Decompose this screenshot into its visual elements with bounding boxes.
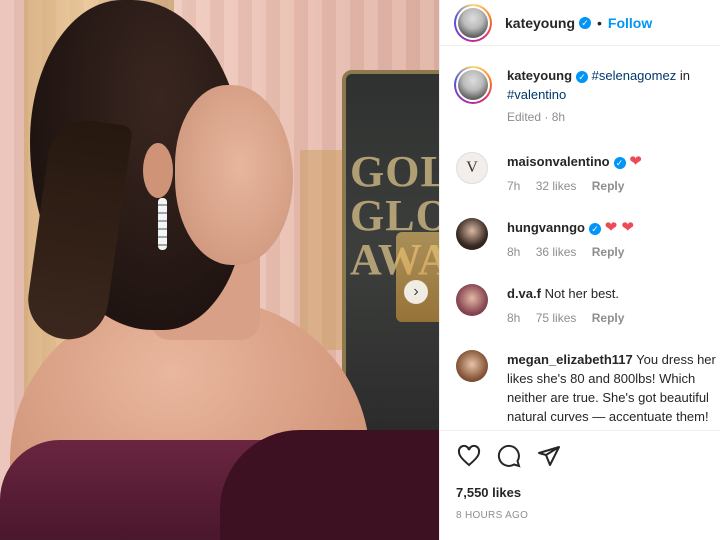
- comment-username[interactable]: hungvanngo: [507, 220, 585, 235]
- comment-time: 7h: [507, 179, 521, 193]
- action-icons: [440, 431, 720, 471]
- reply-button[interactable]: Reply: [592, 245, 625, 259]
- comment-row: d.va.f Not her best. 8h 75 likes Reply: [456, 284, 720, 328]
- comment-row: V maisonvalentino ✓ ❤ 7h 32 likes Reply: [456, 152, 720, 196]
- comment-button[interactable]: [494, 441, 524, 471]
- comment-icon: [497, 444, 521, 468]
- comment-list[interactable]: kateyoung ✓ #selenagomez in #valentino Ed…: [440, 54, 720, 424]
- separator-dot: •: [597, 14, 602, 31]
- like-button[interactable]: [454, 441, 484, 471]
- verified-badge-icon: ✓: [589, 222, 601, 235]
- heart-icon: [457, 444, 481, 467]
- comment-meta: 8h 36 likes Reply: [507, 243, 720, 262]
- verified-badge-icon: ✓: [576, 70, 589, 83]
- avatar-image: [458, 7, 488, 38]
- post-header: kateyoung ✓ • Follow: [440, 0, 720, 46]
- like-count[interactable]: 7,550 likes: [456, 485, 720, 500]
- comment-username[interactable]: maisonvalentino: [507, 154, 610, 169]
- avatar-image: [458, 70, 488, 100]
- comment-likes[interactable]: 36 likes: [536, 245, 577, 259]
- share-icon: [538, 446, 560, 466]
- comment-username[interactable]: megan_elizabeth117: [507, 352, 633, 367]
- comment-time: 8h: [507, 311, 521, 325]
- post-sidebar: kateyoung ✓ • Follow kateyoung ✓ #selenag…: [439, 0, 720, 540]
- hashtag-link[interactable]: #valentino: [507, 87, 566, 102]
- comment-username[interactable]: d.va.f: [507, 286, 541, 301]
- comment-row: megan_elizabeth117 You dress her likes s…: [456, 350, 720, 424]
- comment-row: hungvanngo ✓ ❤ ❤ 8h 36 likes Reply: [456, 218, 720, 262]
- award-sign-globe: [396, 232, 439, 322]
- post-actions: 7,550 likes 8 HOURS AGO: [440, 430, 720, 540]
- post-photo[interactable]: GOLDEN GLOBE AWARDS ›: [0, 0, 439, 540]
- subject-ear: [143, 143, 173, 198]
- comment-body: d.va.f Not her best. 8h 75 likes Reply: [507, 284, 720, 328]
- caption-avatar[interactable]: [454, 66, 492, 104]
- subject-face: [175, 85, 293, 265]
- chevron-right-icon: ›: [413, 283, 419, 300]
- comment-meta: 8h 75 likes Reply: [507, 309, 720, 328]
- carousel-next-button[interactable]: ›: [404, 280, 428, 304]
- comment-avatar[interactable]: [456, 218, 488, 250]
- author-username[interactable]: kateyoung: [505, 15, 575, 31]
- comment-likes[interactable]: 75 likes: [536, 311, 577, 325]
- comment-body: maisonvalentino ✓ ❤ 7h 32 likes Reply: [507, 152, 720, 196]
- comment-time: 8h: [507, 245, 521, 259]
- author-avatar[interactable]: [454, 3, 492, 42]
- caption-in-text: in: [679, 68, 690, 83]
- reply-button[interactable]: Reply: [592, 179, 625, 193]
- comment-avatar[interactable]: [456, 350, 488, 382]
- background-pillar: [300, 150, 346, 350]
- comment-body: megan_elizabeth117 You dress her likes s…: [507, 350, 720, 424]
- heart-emoji: ❤: [629, 153, 642, 170]
- comment-text: Not her best.: [544, 286, 620, 301]
- heart-emoji: ❤ ❤: [604, 219, 634, 236]
- caption-row: kateyoung ✓ #selenagomez in #valentino Ed…: [454, 66, 720, 127]
- follow-button[interactable]: Follow: [608, 15, 652, 31]
- verified-badge-icon: ✓: [613, 156, 626, 169]
- caption-username[interactable]: kateyoung: [507, 68, 572, 83]
- share-button[interactable]: [534, 441, 564, 471]
- subject-dress-fold: [220, 430, 439, 540]
- subject-earring: [158, 198, 167, 250]
- verified-badge-icon: ✓: [579, 16, 592, 29]
- post-timestamp: 8 HOURS AGO: [456, 510, 529, 521]
- reply-button[interactable]: Reply: [592, 311, 625, 325]
- hashtag-link[interactable]: #selenagomez: [592, 68, 677, 83]
- comment-body: hungvanngo ✓ ❤ ❤ 8h 36 likes Reply: [507, 218, 720, 262]
- comment-avatar[interactable]: [456, 284, 488, 316]
- comment-likes[interactable]: 32 likes: [536, 179, 577, 193]
- comment-meta: 7h 32 likes Reply: [507, 177, 720, 196]
- caption-body: kateyoung ✓ #selenagomez in #valentino Ed…: [507, 66, 720, 127]
- caption-meta: Edited · 8h: [507, 110, 566, 124]
- comment-avatar[interactable]: V: [456, 152, 488, 184]
